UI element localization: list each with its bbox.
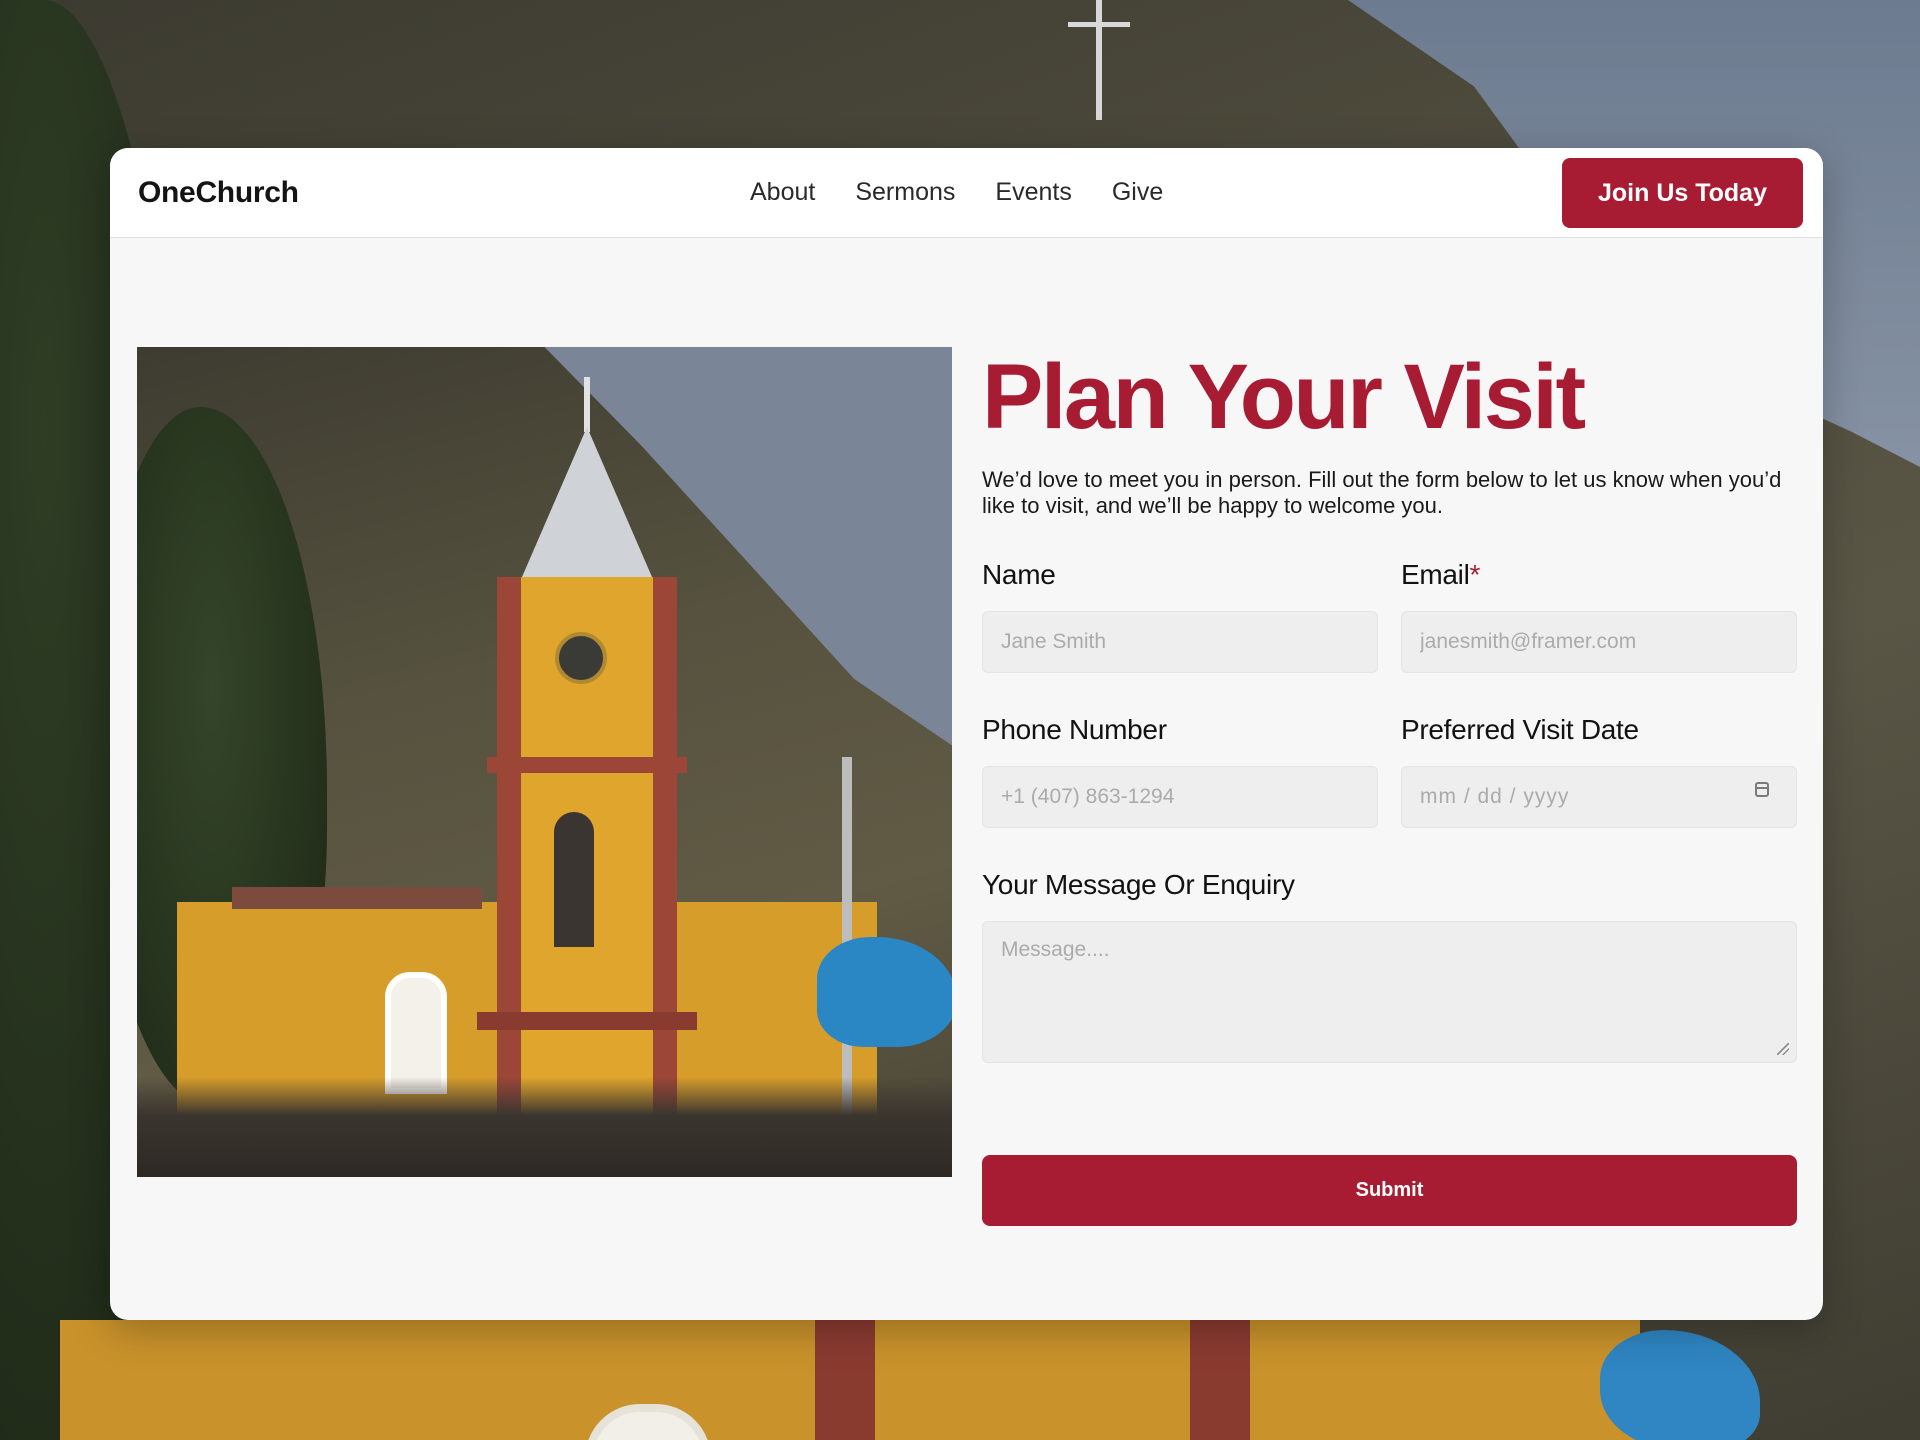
form-row-message: Your Message Or Enquiry: [982, 869, 1797, 1063]
name-label: Name: [982, 559, 1056, 590]
date-input[interactable]: mm / dd / yyyy: [1401, 766, 1797, 828]
photo-tower-ledge: [487, 757, 687, 773]
page-title: Plan Your Visit: [982, 346, 1586, 448]
nav-link-about[interactable]: About: [750, 178, 815, 207]
nav-link-sermons[interactable]: Sermons: [855, 178, 955, 207]
top-navbar: OneChurch About Sermons Events Give Join…: [110, 148, 1823, 238]
message-textarea[interactable]: [982, 921, 1797, 1063]
calendar-icon[interactable]: [1755, 782, 1769, 797]
background-cross: [1096, 0, 1102, 120]
submit-button[interactable]: Submit: [982, 1155, 1797, 1226]
photo-blue-cloth: [817, 937, 952, 1047]
join-us-today-button[interactable]: Join Us Today: [1562, 158, 1803, 228]
resize-handle-icon[interactable]: [1777, 1043, 1789, 1055]
nav-link-events[interactable]: Events: [995, 178, 1071, 207]
main-card: OneChurch About Sermons Events Give Join…: [110, 148, 1823, 1320]
email-label: Email*: [1401, 559, 1797, 595]
name-input[interactable]: [982, 611, 1378, 673]
message-wrapper: [982, 921, 1797, 1063]
intro-text: We’d love to meet you in person. Fill ou…: [982, 467, 1782, 518]
visit-form-section: Plan Your Visit We’d love to meet you in…: [982, 346, 1797, 1226]
photo-bell-window: [554, 812, 594, 947]
photo-tower-ledge: [477, 1012, 697, 1030]
name-field-group: Name: [982, 559, 1378, 673]
message-label: Your Message Or Enquiry: [982, 869, 1295, 900]
photo-arched-window: [385, 972, 447, 1094]
photo-spire-cross: [584, 377, 590, 432]
church-photo: [137, 347, 952, 1177]
phone-input[interactable]: [982, 766, 1378, 828]
background-church-brick: [815, 1320, 875, 1440]
photo-crowd: [137, 1077, 952, 1177]
email-field-group: Email*: [1401, 559, 1797, 673]
photo-round-window: [555, 632, 607, 684]
nav-links: About Sermons Events Give: [750, 148, 1163, 237]
form-row-phone-date: Phone Number Preferred Visit Date mm / d…: [982, 714, 1797, 828]
date-label: Preferred Visit Date: [1401, 714, 1639, 745]
email-input[interactable]: [1401, 611, 1797, 673]
background-cross-bar: [1068, 22, 1130, 27]
phone-field-group: Phone Number: [982, 714, 1378, 828]
brand-logo[interactable]: OneChurch: [138, 148, 299, 237]
background-church-brick: [1190, 1320, 1250, 1440]
photo-church-roof: [232, 887, 482, 909]
date-field-group: Preferred Visit Date mm / dd / yyyy: [1401, 714, 1797, 828]
phone-label: Phone Number: [982, 714, 1167, 745]
required-asterisk: *: [1469, 559, 1481, 590]
nav-link-give[interactable]: Give: [1112, 178, 1163, 207]
email-label-text: Email: [1401, 559, 1470, 590]
